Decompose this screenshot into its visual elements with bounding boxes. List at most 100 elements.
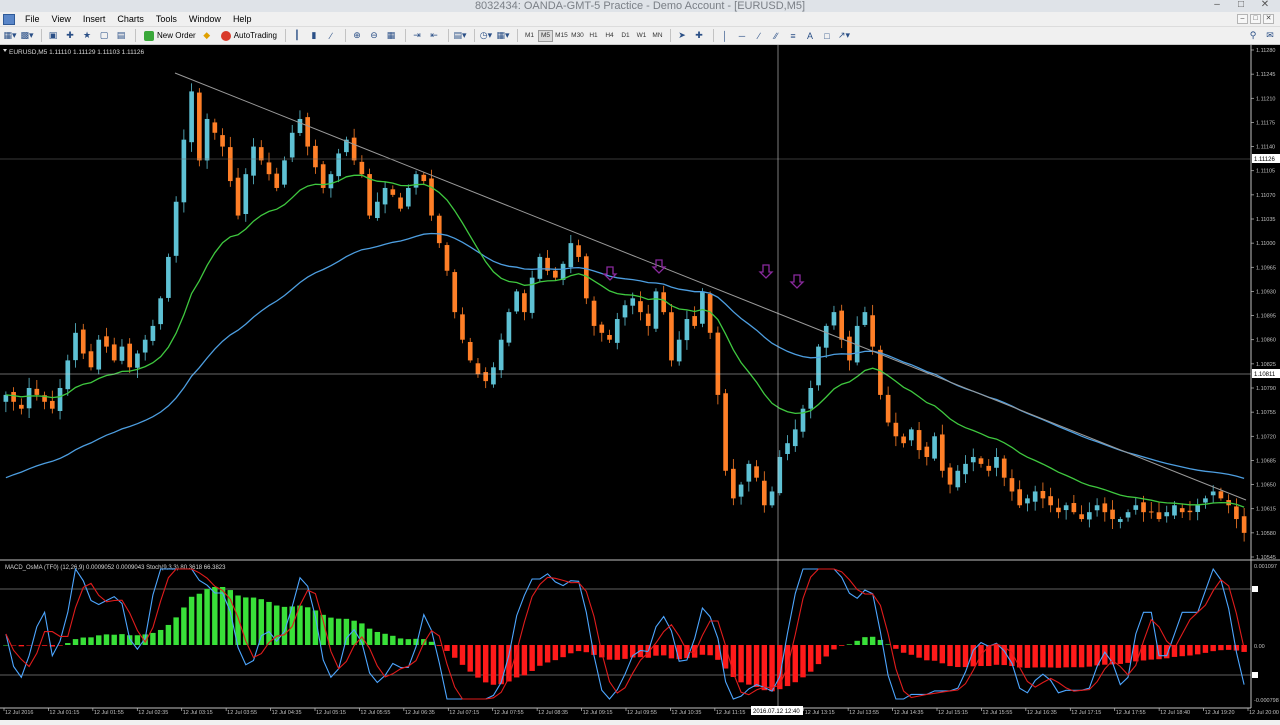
time-tick-label: 12 Jul 2016 — [5, 710, 33, 716]
templates-icon[interactable]: ▦▾ — [496, 29, 510, 43]
metaeditor-icon[interactable]: ◆ — [200, 29, 214, 43]
bear-candle — [916, 430, 922, 451]
menu-view[interactable]: View — [46, 14, 77, 24]
macd-histogram-bar — [34, 645, 40, 646]
macd-histogram-bar — [575, 645, 582, 652]
text-label-icon[interactable]: □ — [820, 29, 834, 43]
bear-candle — [1017, 489, 1023, 506]
bear-candle — [19, 404, 24, 409]
macd-histogram-bar — [560, 645, 566, 658]
timeframe-h4-button[interactable]: H4 — [602, 30, 617, 42]
time-tick-label: 12 Jul 10:35 — [671, 710, 701, 716]
timeframe-m1-button[interactable]: M1 — [522, 30, 537, 42]
timeframe-w1-button[interactable]: W1 — [634, 30, 649, 42]
timeframe-m30-button[interactable]: M30 — [570, 30, 585, 42]
macd-histogram-bar — [939, 645, 946, 664]
chart-minimize-button[interactable]: – — [1237, 14, 1248, 24]
macd-histogram-bar — [227, 590, 234, 645]
time-tick-label: 12 Jul 20:00 — [1249, 710, 1279, 716]
vertical-line-icon[interactable]: │ — [718, 29, 732, 43]
chart-close-button[interactable]: ✕ — [1263, 14, 1274, 24]
chart-window[interactable]: EURUSD,M5 1.11110 1.11129 1.11103 1.1112… — [0, 45, 1280, 720]
macd-histogram-bar — [196, 593, 203, 645]
bear-candle — [460, 314, 465, 340]
channel-icon[interactable]: ∕∕ — [769, 29, 783, 43]
time-tick-label: 12 Jul 05:55 — [360, 710, 390, 716]
horizontal-line-icon[interactable]: ─ — [735, 29, 749, 43]
time-tick-label: 12 Jul 14:35 — [894, 710, 924, 716]
bear-candle — [607, 334, 612, 340]
bull-candle — [1032, 491, 1038, 502]
cursor-icon[interactable]: ➤ — [675, 29, 689, 43]
autotrading-button[interactable]: AutoTrading — [217, 29, 281, 43]
tile-windows-icon[interactable]: ▦ — [384, 29, 398, 43]
bar-chart-icon[interactable]: ┃ — [290, 29, 304, 43]
profiles-icon[interactable]: ▩▾ — [20, 29, 34, 43]
menu-charts[interactable]: Charts — [111, 14, 150, 24]
macd-histogram-bar — [1194, 645, 1201, 655]
timeframe-d1-button[interactable]: D1 — [618, 30, 633, 42]
timeframe-m15-button[interactable]: M15 — [554, 30, 569, 42]
close-button[interactable]: ✕ — [1254, 0, 1276, 11]
line-chart-icon[interactable]: ∕ — [324, 29, 338, 43]
auto-scroll-icon[interactable]: ⇥ — [410, 29, 424, 43]
chart-canvas[interactable]: EURUSD,M5 1.11110 1.11129 1.11103 1.1112… — [0, 45, 1280, 720]
terminal-icon[interactable]: ▢ — [97, 29, 111, 43]
macd-histogram-bar — [188, 596, 195, 645]
chart-shift-icon[interactable]: ⇤ — [427, 29, 441, 43]
macd-histogram-bar — [467, 645, 473, 672]
bear-candle — [390, 189, 396, 195]
menu-file[interactable]: File — [19, 14, 46, 24]
data-window-icon[interactable]: ✚ — [63, 29, 77, 43]
timeframe-mn-button[interactable]: MN — [650, 30, 665, 42]
bear-candle — [429, 178, 434, 216]
time-tick-label: 12 Jul 17:15 — [1071, 710, 1101, 716]
new-order-button[interactable]: New Order — [140, 29, 200, 43]
navigator-icon[interactable]: ★ — [80, 29, 94, 43]
new-chart-icon[interactable]: ▦▾ — [3, 29, 17, 43]
bear-candle — [1148, 511, 1154, 513]
maximize-button[interactable]: □ — [1230, 0, 1252, 11]
bull-candle — [289, 132, 295, 158]
chart-restore-button[interactable]: □ — [1250, 14, 1261, 24]
bull-candle — [189, 91, 194, 143]
market-watch-icon[interactable]: ▣ — [46, 29, 60, 43]
zoom-out-icon[interactable]: ⊖ — [367, 29, 381, 43]
time-tick-label: 12 Jul 09:15 — [583, 710, 613, 716]
bear-candle — [421, 174, 427, 182]
bull-candle — [808, 388, 814, 409]
timeframe-m5-button[interactable]: M5 — [537, 29, 553, 42]
price-tick-label: 1.10720 — [1256, 434, 1276, 440]
arrows-icon[interactable]: ↗▾ — [837, 29, 851, 43]
trendline-icon[interactable]: ∕ — [752, 29, 766, 43]
strategy-tester-icon[interactable]: ▤ — [114, 29, 128, 43]
periods-icon[interactable]: ◷▾ — [479, 29, 493, 43]
candlestick-icon[interactable]: ▮ — [307, 29, 321, 43]
bear-candle — [847, 336, 852, 361]
bear-candle — [1071, 503, 1077, 513]
macd-histogram-bar — [119, 634, 125, 645]
bear-candle — [436, 215, 442, 244]
macd-histogram-bar — [924, 645, 930, 661]
chart-window-icon[interactable] — [3, 13, 15, 25]
chat-icon[interactable]: ✉ — [1263, 29, 1277, 43]
menu-help[interactable]: Help — [227, 14, 258, 24]
search-icon[interactable]: ⚲ — [1246, 29, 1260, 43]
crosshair-icon[interactable]: ✚ — [692, 29, 706, 43]
macd-histogram-bar — [529, 645, 535, 671]
window-title: 8032434: OANDA-GMT-5 Practice - Demo Acc… — [474, 0, 806, 12]
toolbar-separator — [669, 29, 671, 42]
fibonacci-icon[interactable]: ≡ — [786, 29, 800, 43]
macd-histogram-bar — [753, 645, 760, 687]
crosshair-price-label: 1.10811 — [1254, 372, 1276, 378]
bull-candle — [1210, 491, 1216, 496]
menu-tools[interactable]: Tools — [150, 14, 183, 24]
menu-insert[interactable]: Insert — [77, 14, 112, 24]
menu-window[interactable]: Window — [183, 14, 227, 24]
timeframe-h1-button[interactable]: H1 — [586, 30, 601, 42]
macd-histogram-bar — [838, 645, 845, 646]
zoom-in-icon[interactable]: ⊕ — [350, 29, 364, 43]
minimize-button[interactable]: – — [1206, 0, 1228, 11]
text-tool-icon[interactable]: A — [803, 29, 817, 43]
indicators-icon[interactable]: ▤▾ — [453, 29, 467, 43]
